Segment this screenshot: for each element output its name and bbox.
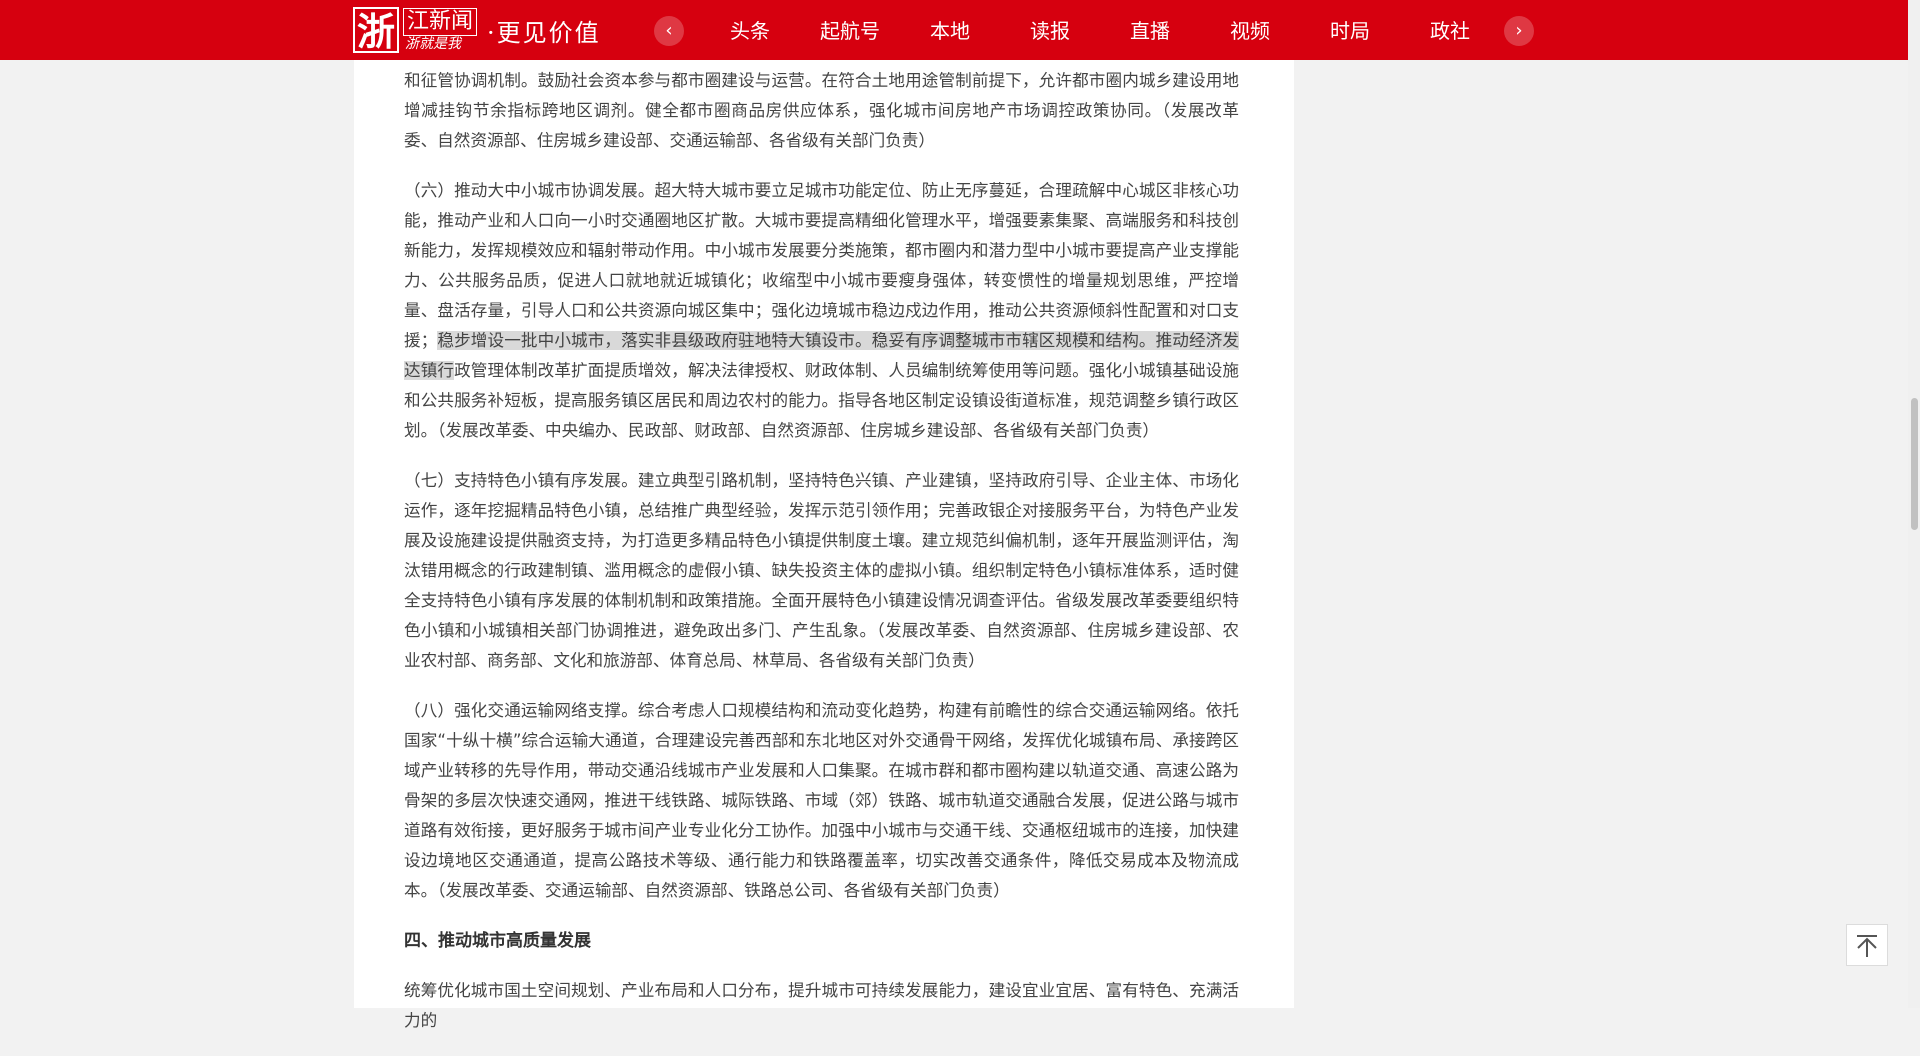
article-paragraph: （六）推动大中小城市协调发展。超大特大城市要立足城市功能定位、防止无序蔓延，合理… [404,176,1239,446]
logo-slogan: ·更见价值 [487,18,601,47]
channel-nav: 头条 起航号 本地 读报 直播 视频 时局 政社 [700,0,1500,60]
chevron-left-icon[interactable]: ‹ [654,16,684,46]
logo-name: 江新闻 [403,8,478,36]
nav-item-zhibo[interactable]: 直播 [1100,0,1200,60]
nav-item-dubao[interactable]: 读报 [1000,0,1100,60]
site-logo[interactable]: 浙 江新闻 浙就是我 ·更见价值 [353,5,601,55]
nav-item-zhengshe[interactable]: 政社 [1400,0,1500,60]
article-paragraph: （七）支持特色小镇有序发展。建立典型引路机制，坚持特色兴镇、产业建镇，坚持政府引… [404,471,1239,670]
nav-item-bendi[interactable]: 本地 [900,0,1000,60]
page-scrollbar[interactable] [1908,0,1920,1008]
article-paragraph: （八）强化交通运输网络支撑。综合考虑人口规模结构和流动变化趋势，构建有前瞻性的综… [404,701,1239,900]
top-navigation-bar: 浙 江新闻 浙就是我 ·更见价值 ‹ 头条 起航号 本地 读报 直播 视频 时局… [0,0,1908,60]
logo-subtitle: 浙就是我 [405,36,461,52]
logo-mark: 浙 [353,7,399,54]
nav-item-qihanghao[interactable]: 起航号 [800,0,900,60]
section-heading: 四、推动城市高质量发展 [404,931,591,951]
article-body: 和征管协调机制。鼓励社会资本参与都市圈建设与运营。在符合土地用途管制前提下，允许… [404,66,1239,1056]
paragraph-text: 政管理体制改革扩面提质增效，解决法律授权、财政体制、人员编制统筹使用等问题。强化… [404,361,1239,440]
nav-item-shiju[interactable]: 时局 [1300,0,1400,60]
chevron-right-icon[interactable]: › [1504,16,1534,46]
nav-item-toutiao[interactable]: 头条 [700,0,800,60]
article-paragraph: 和征管协调机制。鼓励社会资本参与都市圈建设与运营。在符合土地用途管制前提下，允许… [404,71,1239,150]
scrollbar-thumb[interactable] [1911,398,1918,530]
back-to-top-button[interactable] [1846,924,1888,966]
nav-item-shipin[interactable]: 视频 [1200,0,1300,60]
paragraph-text: （六）推动大中小城市协调发展。超大特大城市要立足城市功能定位、防止无序蔓延，合理… [404,181,1239,350]
arrow-up-to-top-icon [1857,935,1877,957]
article-paragraph: 统筹优化城市国土空间规划、产业布局和人口分布，提升城市可持续发展能力，建设宜业宜… [404,981,1239,1030]
logo-text: 江新闻 浙就是我 [403,8,478,52]
